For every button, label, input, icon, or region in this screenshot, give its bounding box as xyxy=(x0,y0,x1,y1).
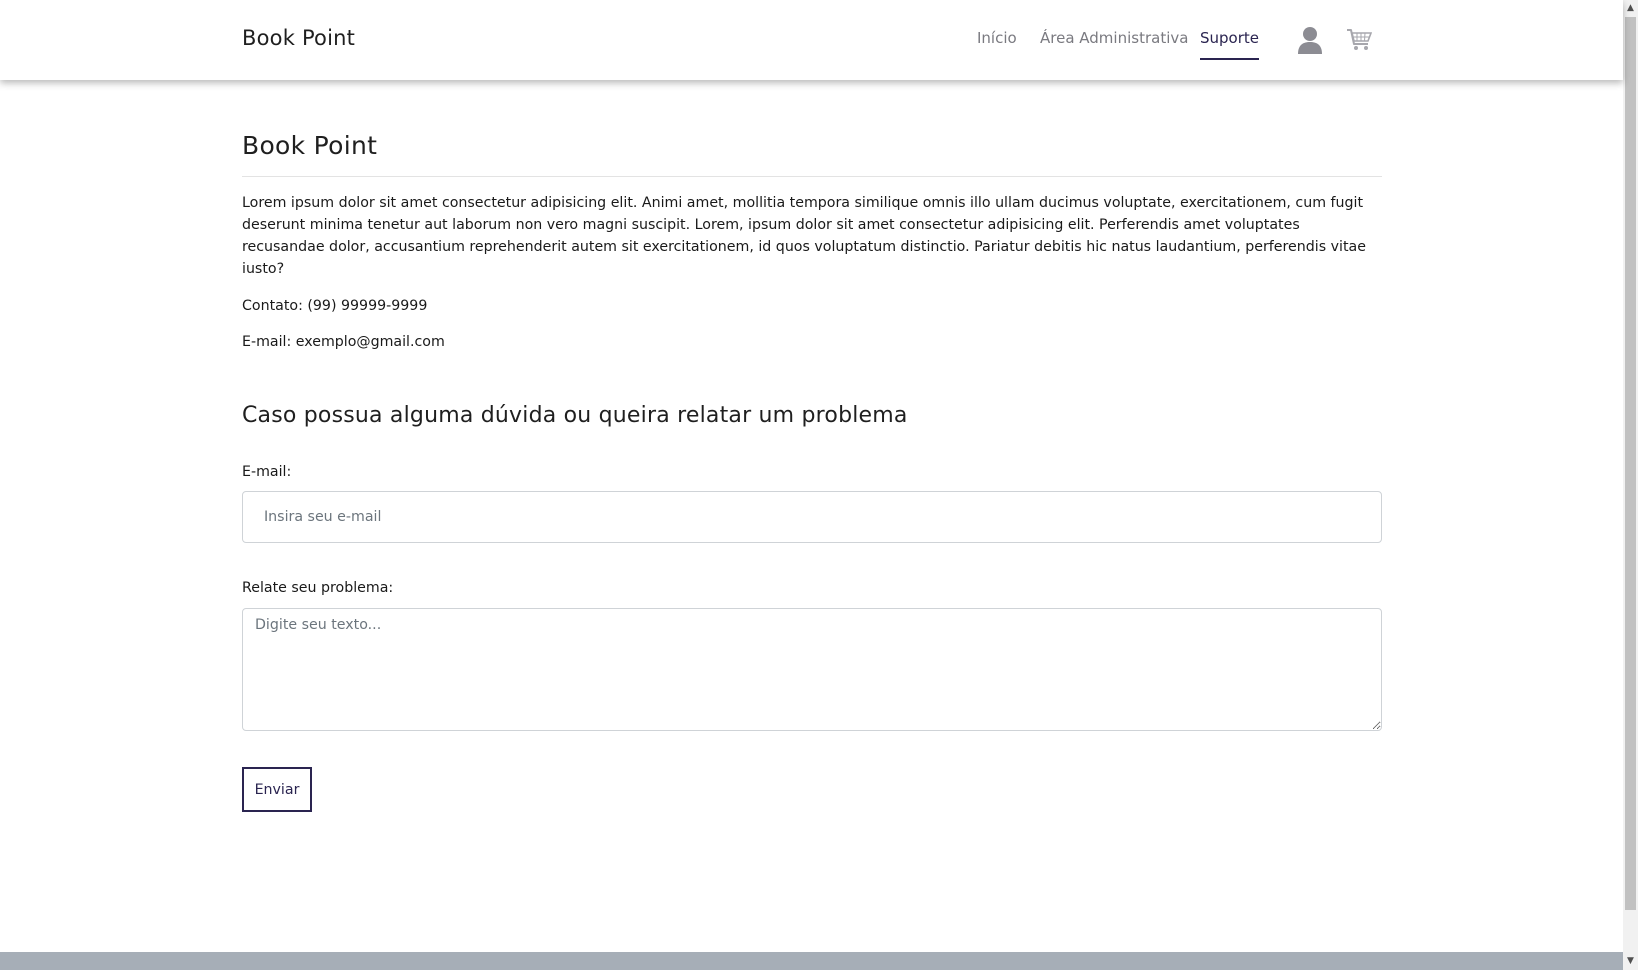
intro-paragraph: Lorem ipsum dolor sit amet consectetur a… xyxy=(242,195,1366,277)
nav-link-inicio[interactable]: Início xyxy=(977,29,1017,47)
scroll-down-icon[interactable]: ▼ xyxy=(1623,953,1638,970)
page-title: Book Point xyxy=(242,131,378,160)
submit-button[interactable]: Enviar xyxy=(242,767,312,812)
email-label: E-mail: xyxy=(242,464,292,480)
problem-label: Relate seu problema: xyxy=(242,580,394,596)
nav-link-suporte-label: Suporte xyxy=(1200,29,1260,47)
support-page: Book Point Início Área Administrativa Su… xyxy=(0,0,1638,970)
scroll-thumb[interactable] xyxy=(1625,17,1636,910)
scroll-up-icon[interactable]: ▲ xyxy=(1623,0,1638,17)
navbar: Book Point Início Área Administrativa Su… xyxy=(0,0,1623,80)
nav-link-suporte[interactable]: Suporte xyxy=(1200,29,1260,60)
email-input[interactable] xyxy=(242,491,1382,543)
problem-textarea[interactable] xyxy=(242,608,1382,731)
support-form-heading: Caso possua alguma dúvida ou queira rela… xyxy=(242,403,908,428)
contact-email: E-mail: exemplo@gmail.com xyxy=(242,334,445,350)
contact-phone: Contato: (99) 99999-9999 xyxy=(242,298,428,314)
user-icon[interactable] xyxy=(1298,26,1322,54)
active-nav-indicator xyxy=(1200,58,1260,60)
brand-logo[interactable]: Book Point xyxy=(242,26,355,50)
cart-icon[interactable] xyxy=(1346,28,1373,52)
vertical-scrollbar[interactable]: ▲ ▼ xyxy=(1623,0,1638,970)
nav-link-area-administrativa[interactable]: Área Administrativa xyxy=(1040,29,1188,47)
title-divider xyxy=(242,176,1382,177)
footer xyxy=(0,952,1623,970)
